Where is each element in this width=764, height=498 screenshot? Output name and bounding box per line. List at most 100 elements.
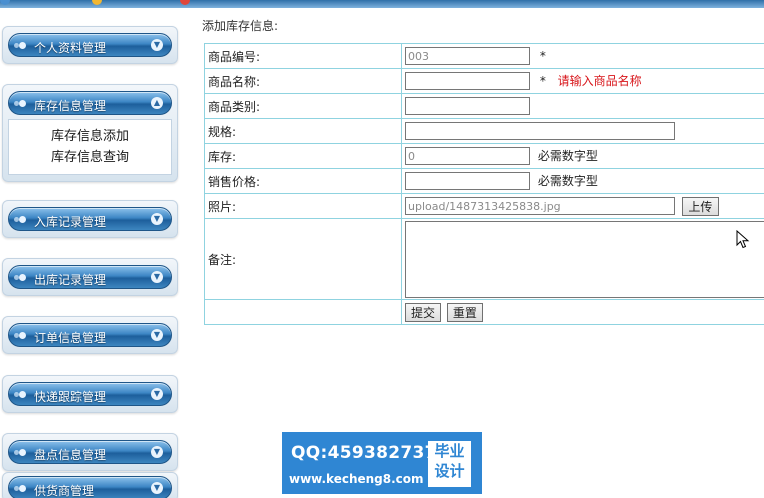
field-cell: 必需数字型 — [401, 143, 764, 169]
bullet-icon — [19, 449, 26, 456]
price-input[interactable] — [405, 172, 530, 191]
product-category-input[interactable] — [405, 97, 530, 115]
field-label: 商品编号: — [204, 43, 402, 69]
upload-button[interactable]: 上传 — [681, 196, 719, 216]
stock-form-table: 商品编号: * 商品名称: * 请输入商品名称 商品类别: 规格: — [204, 43, 764, 325]
actions-cell: 提交 重置 — [401, 299, 764, 325]
form-row-actions: 提交 重置 — [204, 299, 764, 325]
stock-input[interactable] — [405, 147, 530, 166]
field-cell: 上传 — [401, 193, 764, 219]
form-row-category: 商品类别: — [204, 93, 764, 119]
field-label: 商品名称: — [204, 68, 402, 94]
menu-label: 入库记录管理 — [34, 215, 107, 229]
menu-button-supplier[interactable]: 供货商管理 ▼ — [8, 476, 172, 498]
field-label: 商品类别: — [204, 93, 402, 119]
window-dot-icon — [92, 0, 102, 5]
required-mark: * — [539, 73, 546, 88]
remark-textarea[interactable] — [405, 220, 764, 298]
bullet-icon — [19, 485, 26, 492]
field-label: 库存: — [204, 143, 402, 169]
window-dot-icon — [180, 0, 190, 5]
field-cell — [401, 93, 764, 119]
watermark-qq: QQ:459382737 — [291, 443, 437, 463]
menu-button-inbound[interactable]: 入库记录管理 ▼ — [8, 207, 172, 231]
product-code-input[interactable] — [405, 47, 530, 65]
menu-group-orders: 订单信息管理 ▼ — [2, 316, 178, 354]
bullet-icon — [19, 42, 26, 49]
top-strip — [0, 0, 764, 8]
photo-path-input[interactable] — [405, 197, 675, 215]
menu-label: 快递跟踪管理 — [34, 390, 107, 404]
bullet-icon — [19, 100, 26, 107]
mouse-pointer-icon — [736, 230, 750, 249]
chevron-down-icon: ▼ — [151, 213, 163, 225]
stock-hint: 必需数字型 — [537, 148, 598, 163]
menu-label: 盘点信息管理 — [34, 448, 107, 462]
menu-button-stock[interactable]: 库存信息管理 ▲ — [8, 91, 172, 115]
watermark-badge: 毕业 设计 — [428, 441, 471, 487]
chevron-down-icon: ▼ — [151, 482, 163, 494]
chevron-down-icon: ▼ — [151, 446, 163, 458]
chevron-down-icon: ▼ — [151, 329, 163, 341]
chevron-down-icon: ▼ — [151, 388, 163, 400]
bullet-icon — [19, 391, 26, 398]
menu-group-express: 快递跟踪管理 ▼ — [2, 375, 178, 413]
menu-label: 个人资料管理 — [34, 41, 107, 55]
menu-label: 库存信息管理 — [34, 99, 107, 113]
submit-button[interactable]: 提交 — [405, 302, 442, 322]
page-title: 添加库存信息: — [202, 19, 279, 33]
field-label: 备注: — [204, 218, 402, 300]
menu-label: 供货商管理 — [34, 484, 95, 498]
submenu-item-stock-query[interactable]: 库存信息查询 — [9, 147, 171, 168]
bullet-icon — [19, 332, 26, 339]
field-label: 销售价格: — [204, 168, 402, 194]
form-row-price: 销售价格: 必需数字型 — [204, 168, 764, 194]
empty-cell — [204, 299, 402, 325]
product-name-input[interactable] — [405, 72, 530, 91]
submenu-stock: 库存信息添加 库存信息查询 — [8, 119, 172, 175]
menu-button-inventory[interactable]: 盘点信息管理 ▼ — [8, 440, 172, 464]
menu-group-inbound: 入库记录管理 ▼ — [2, 200, 178, 238]
menu-button-orders[interactable]: 订单信息管理 ▼ — [8, 323, 172, 347]
menu-group-supplier: 供货商管理 ▼ — [2, 472, 178, 498]
field-cell: 必需数字型 — [401, 168, 764, 194]
menu-button-outbound[interactable]: 出库记录管理 ▼ — [8, 265, 172, 289]
badge-line: 毕业 — [434, 442, 465, 460]
reset-button[interactable]: 重置 — [446, 302, 483, 322]
menu-group-profile: 个人资料管理 ▼ — [2, 26, 178, 64]
window-dot-icon — [0, 0, 10, 5]
watermark: QQ:459382737 www.kecheng8.com 毕业 设计 — [282, 432, 482, 494]
menu-button-express[interactable]: 快递跟踪管理 ▼ — [8, 382, 172, 406]
field-cell — [401, 218, 764, 300]
menu-group-stock: 库存信息管理 ▲ 库存信息添加 库存信息查询 — [2, 84, 178, 182]
menu-group-inventory: 盘点信息管理 ▼ — [2, 433, 178, 471]
field-cell: * 请输入商品名称 — [401, 68, 764, 94]
field-cell: * — [401, 43, 764, 69]
field-label: 规格: — [204, 118, 402, 144]
form-row-name: 商品名称: * 请输入商品名称 — [204, 68, 764, 94]
watermark-url: www.kecheng8.com — [289, 472, 424, 486]
chevron-up-icon: ▲ — [151, 97, 163, 109]
required-mark: * — [539, 48, 546, 63]
form-row-remark: 备注: — [204, 218, 764, 300]
field-cell — [401, 118, 764, 144]
form-row-code: 商品编号: * — [204, 43, 764, 69]
spec-input[interactable] — [405, 122, 675, 140]
chevron-down-icon: ▼ — [151, 271, 163, 283]
bullet-icon — [19, 274, 26, 281]
submenu-item-stock-add[interactable]: 库存信息添加 — [9, 126, 171, 147]
menu-button-profile[interactable]: 个人资料管理 ▼ — [8, 33, 172, 57]
form-row-spec: 规格: — [204, 118, 764, 144]
bullet-icon — [19, 216, 26, 223]
name-hint: 请输入商品名称 — [557, 73, 642, 88]
menu-label: 出库记录管理 — [34, 273, 107, 287]
field-label: 照片: — [204, 193, 402, 219]
badge-line: 设计 — [434, 462, 465, 480]
price-hint: 必需数字型 — [537, 173, 598, 188]
chevron-down-icon: ▼ — [151, 39, 163, 51]
main-content: 添加库存信息: 商品编号: * 商品名称: * 请输入商品名称 商品类别: 规格… — [188, 8, 764, 498]
menu-label: 订单信息管理 — [34, 331, 107, 345]
sidebar: 个人资料管理 ▼ 库存信息管理 ▲ 库存信息添加 库存信息查询 入库记录管理 ▼… — [0, 8, 188, 498]
form-row-photo: 照片: 上传 — [204, 193, 764, 219]
form-row-stock: 库存: 必需数字型 — [204, 143, 764, 169]
